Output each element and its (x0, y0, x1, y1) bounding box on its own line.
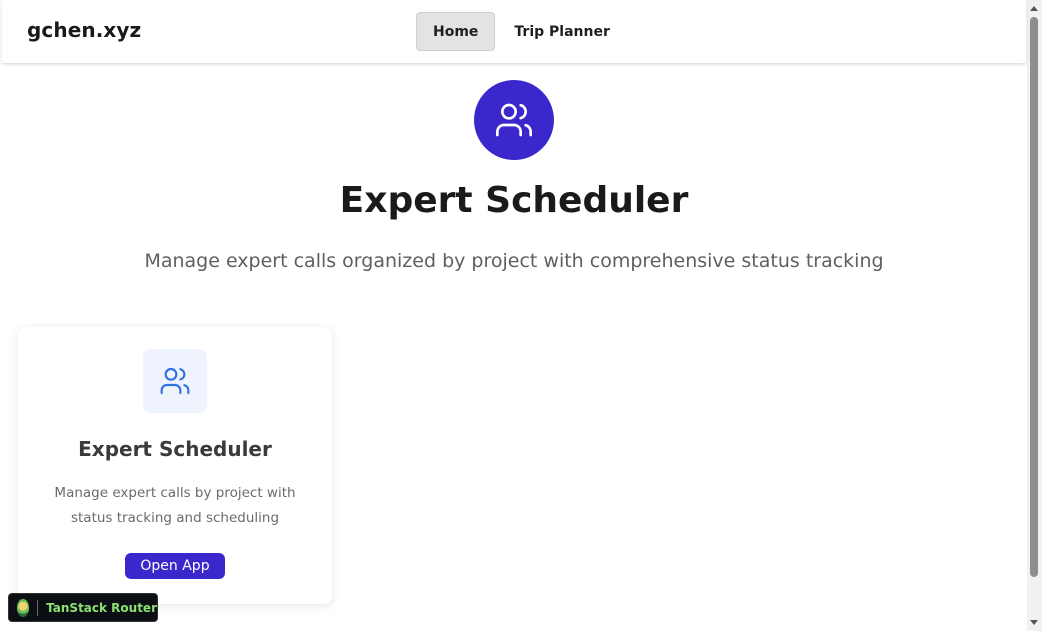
vertical-scrollbar[interactable] (1027, 0, 1042, 631)
devtools-label: TanStack Router (46, 600, 157, 615)
open-app-button[interactable]: Open App (125, 553, 225, 579)
page: gchen.xyz Home Trip Planner Expert Sched… (0, 0, 1042, 631)
brand-link[interactable]: gchen.xyz (27, 18, 141, 42)
main-nav: Home Trip Planner (416, 12, 627, 51)
scroll-up-icon[interactable] (1030, 6, 1038, 11)
page-title: Expert Scheduler (339, 180, 689, 221)
card-title: Expert Scheduler (78, 437, 272, 461)
devtools-divider (37, 599, 39, 616)
app-card: Expert Scheduler Manage expert calls by … (18, 327, 332, 604)
nav-trip-planner[interactable]: Trip Planner (497, 12, 626, 51)
tanstack-devtools-toggle[interactable]: TanStack Router (8, 593, 158, 622)
hero-users-icon (474, 80, 554, 160)
page-subtitle: Manage expert calls organized by project… (144, 250, 884, 272)
card-description: Manage expert calls by project with stat… (54, 485, 296, 526)
card-users-icon (143, 349, 207, 413)
scroll-down-icon[interactable] (1030, 620, 1038, 625)
nav-home[interactable]: Home (416, 12, 496, 51)
tanstack-logo-icon (17, 598, 30, 617)
top-header: gchen.xyz Home Trip Planner (2, 0, 1026, 63)
scrollbar-thumb[interactable] (1030, 17, 1038, 577)
